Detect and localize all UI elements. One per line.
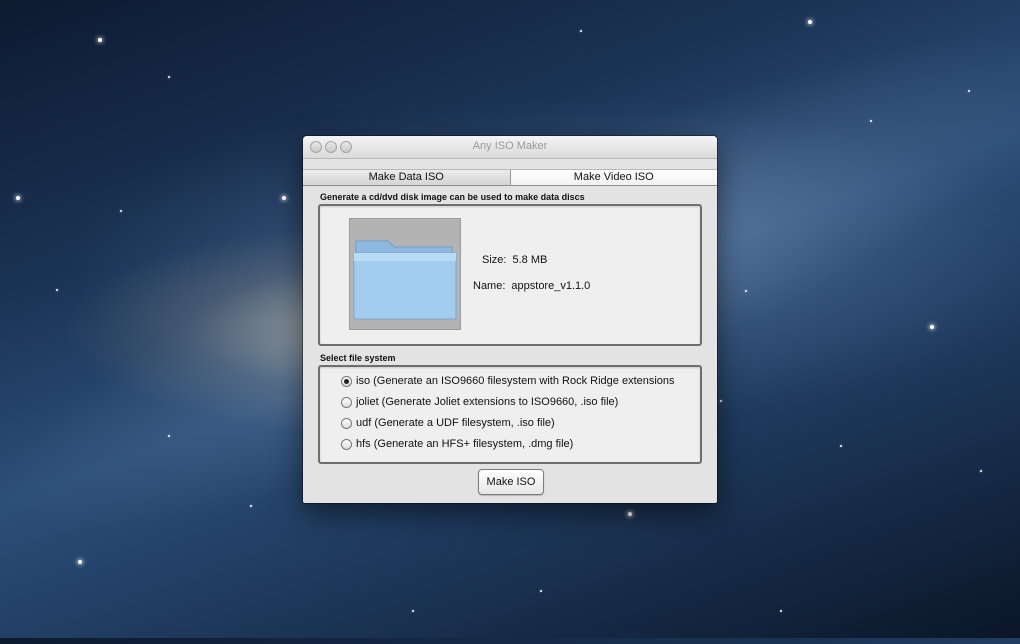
tab-bar: Make Data ISO Make Video ISO [303,169,717,186]
fs-option-label: hfs (Generate an HFS+ filesystem, .dmg f… [356,438,574,450]
fs-option-hfs[interactable]: hfs (Generate an HFS+ filesystem, .dmg f… [341,438,573,450]
file-thumbnail[interactable] [349,218,461,330]
fs-option-label: joliet (Generate Joliet extensions to IS… [356,396,619,408]
tab-make-video-iso[interactable]: Make Video ISO [509,170,717,185]
data-section-heading: Generate a cd/dvd disk image can be used… [320,192,585,202]
radio-button[interactable] [341,438,352,450]
radio-button-selected[interactable] [341,375,352,387]
fs-option-udf[interactable]: udf (Generate a UDF filesystem, .iso fil… [341,417,555,429]
name-row: Name: appstore_v1.1.0 [473,280,590,292]
fs-option-label: udf (Generate a UDF filesystem, .iso fil… [356,417,555,429]
file-info-panel: Size: 5.8 MB Name: appstore_v1.1.0 [318,204,702,346]
make-iso-button[interactable]: Make ISO [478,469,544,495]
fs-option-joliet[interactable]: joliet (Generate Joliet extensions to IS… [341,396,618,408]
filesystem-panel: iso (Generate an ISO9660 filesystem with… [318,365,702,464]
name-label: Name: [473,280,506,292]
window-title: Any ISO Maker [472,140,548,152]
tab-make-data-iso[interactable]: Make Data ISO [303,170,510,185]
app-window: Any ISO Maker Make Data ISO Make Video I… [303,136,717,503]
size-label: Size: [482,254,507,266]
fs-option-iso[interactable]: iso (Generate an ISO9660 filesystem with… [341,375,675,387]
title-bar[interactable]: Any ISO Maker [303,136,717,159]
size-value: 5.8 MB [512,254,548,266]
radio-button[interactable] [341,396,352,408]
folder-icon [353,240,457,320]
fs-section-heading: Select file system [320,353,396,363]
radio-button[interactable] [341,417,352,429]
fs-option-label: iso (Generate an ISO9660 filesystem with… [356,375,675,387]
size-row: Size: 5.8 MB [482,254,547,266]
name-value: appstore_v1.1.0 [511,280,591,292]
